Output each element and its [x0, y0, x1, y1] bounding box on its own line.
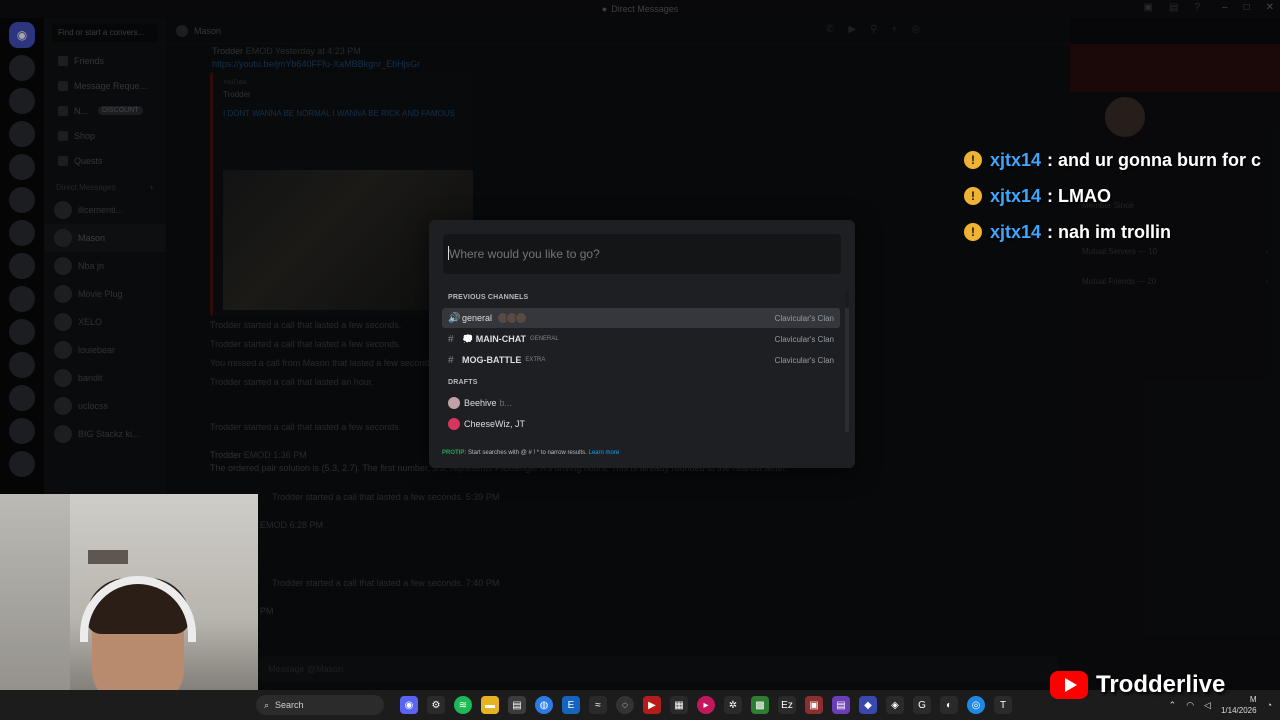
app-icon[interactable]: ▦ — [670, 696, 688, 714]
stream-chat-overlay: ! xjtx14 : and ur gonna burn for c ! xjt… — [964, 142, 1280, 250]
chat-message: : nah im trollin — [1047, 221, 1172, 242]
search-icon: ⌕ — [264, 699, 270, 710]
scrollbar[interactable] — [845, 290, 849, 432]
discord-app-icon[interactable]: ◉ — [400, 696, 418, 714]
notification-icon[interactable]: ◔ — [1267, 700, 1272, 710]
channel-result-main-chat[interactable]: # 💭 MAIN-CHAT GENERAL Clavicular's Clan — [442, 329, 840, 349]
chat-line: ! xjtx14 : LMAO — [964, 178, 1280, 214]
voice-participants — [497, 312, 528, 324]
chat-username: xjtx14 — [990, 149, 1042, 170]
app-icon[interactable]: ⚙ — [427, 696, 445, 714]
stream-brand: Trodderlive — [1050, 668, 1225, 702]
app-icon[interactable]: ▤ — [832, 696, 850, 714]
protip-label: PROTIP: — [442, 450, 467, 456]
protip-text: Start searches with @ # ! * to narrow re… — [468, 450, 587, 456]
app-icon[interactable]: ◎ — [967, 696, 985, 714]
chat-message: : and ur gonna burn for c — [1047, 149, 1262, 170]
webcam-feed — [0, 494, 258, 720]
taskbar-search[interactable]: ⌕ Search — [256, 695, 384, 715]
webcam-shelf — [88, 550, 128, 564]
app-icon[interactable]: ◌ — [616, 696, 634, 714]
clock-date: 1/14/2026 — [1220, 706, 1257, 715]
brand-name: Trodderlive — [1096, 671, 1226, 698]
app-icon[interactable]: T — [994, 696, 1012, 714]
chrome-icon[interactable]: ◍ — [535, 696, 553, 714]
channel-name: 💭 MAIN-CHAT — [462, 333, 527, 344]
app-icon[interactable]: ≈ — [589, 696, 607, 714]
app-icon[interactable]: ◈ — [886, 696, 904, 714]
channel-name: general — [462, 313, 493, 323]
channel-server: Clavicular's Clan — [774, 355, 834, 365]
chat-line: ! xjtx14 : nah im trollin — [964, 214, 1280, 250]
clock[interactable]: M 1/14/2026 — [1221, 694, 1257, 716]
text-channel-icon: # — [448, 354, 454, 366]
draft-result-beehive[interactable]: Beehive b... — [442, 393, 840, 413]
app-icon[interactable]: ✲ — [724, 696, 742, 714]
app-icon[interactable]: ▣ — [805, 696, 823, 714]
protip: PROTIP: Start searches with @ # ! * to n… — [442, 450, 619, 456]
clock-time: M — [1249, 695, 1257, 704]
draft-name: CheeseWiz, JT — [464, 419, 526, 429]
channel-name: MOG-BATTLE — [462, 355, 522, 365]
webcam-wall — [0, 494, 70, 720]
avatar — [515, 312, 528, 324]
file-explorer-icon[interactable]: ▬ — [481, 696, 499, 714]
app-icon[interactable]: ▤ — [508, 696, 526, 714]
app-icon[interactable]: ▶ — [643, 696, 661, 714]
app-icon[interactable]: ▸ — [697, 696, 715, 714]
channel-server: Clavicular's Clan — [774, 334, 834, 344]
draft-result-cheesewiz[interactable]: CheeseWiz, JT — [442, 414, 840, 434]
headset-icon — [80, 576, 196, 642]
quick-switcher-input[interactable] — [443, 234, 841, 274]
app-icon[interactable]: ◐ — [940, 696, 958, 714]
learn-more-link[interactable]: Learn more — [589, 450, 620, 456]
chat-line: ! xjtx14 : and ur gonna burn for c — [964, 142, 1280, 178]
draft-preview: b... — [499, 398, 513, 408]
channel-result-mog-battle[interactable]: # MOG-BATTLE EXTRA Clavicular's Clan — [442, 350, 840, 370]
draft-name: Beehive — [464, 398, 497, 408]
group-dm-icon — [448, 418, 460, 430]
text-channel-icon: # — [448, 333, 454, 345]
channel-result-general[interactable]: 🔊 general Clavicular's Clan — [442, 308, 840, 328]
app-icon[interactable]: Ez — [778, 696, 796, 714]
section-drafts: DRAFTS — [448, 379, 478, 386]
spotify-icon[interactable]: ≋ — [454, 696, 472, 714]
taskbar-search-label: Search — [275, 700, 304, 710]
avatar — [448, 397, 460, 409]
quick-switcher: PREVIOUS CHANNELS 🔊 general Clavicular's… — [429, 220, 855, 468]
screen: ● Direct Messages ▣ ▤ ? – □ ✕ ◉ Find or — [0, 0, 1280, 720]
member-badge-icon: ! — [964, 151, 982, 169]
member-badge-icon: ! — [964, 223, 982, 241]
app-icon[interactable]: ◆ — [859, 696, 877, 714]
app-icon[interactable]: G — [913, 696, 931, 714]
chat-message: : LMAO — [1047, 185, 1112, 206]
channel-server: Clavicular's Clan — [774, 313, 834, 323]
scrollbar-thumb[interactable] — [845, 290, 849, 308]
editor-icon[interactable]: E — [562, 696, 580, 714]
youtube-logo-icon — [1050, 671, 1088, 699]
taskbar-apps: ◉ ⚙ ≋ ▬ ▤ ◍ E ≈ ◌ ▶ ▦ ▸ ✲ ▩ Ez ▣ ▤ ◆ ◈ G… — [400, 696, 1012, 714]
chat-username: xjtx14 — [990, 185, 1042, 206]
channel-category: EXTRA — [525, 357, 546, 363]
minecraft-icon[interactable]: ▩ — [751, 696, 769, 714]
channel-category: GENERAL — [530, 336, 559, 342]
chat-username: xjtx14 — [990, 221, 1042, 242]
section-previous-channels: PREVIOUS CHANNELS — [448, 294, 529, 301]
text-caret — [448, 246, 449, 260]
member-badge-icon: ! — [964, 187, 982, 205]
voice-channel-icon: 🔊 — [448, 312, 461, 324]
